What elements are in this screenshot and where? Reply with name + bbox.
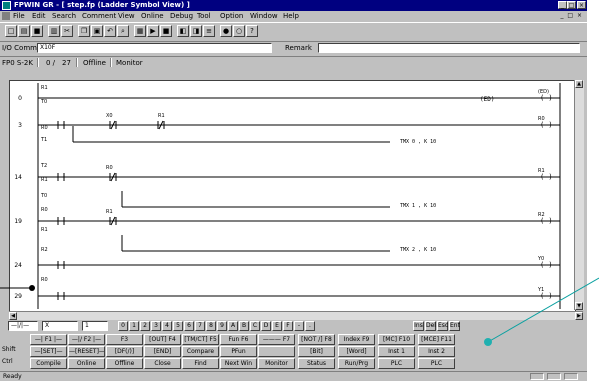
annotation-overlay (0, 277, 599, 346)
left-callout-dot (29, 285, 35, 291)
right-callout-dot (484, 338, 492, 346)
right-callout-line (487, 277, 599, 343)
